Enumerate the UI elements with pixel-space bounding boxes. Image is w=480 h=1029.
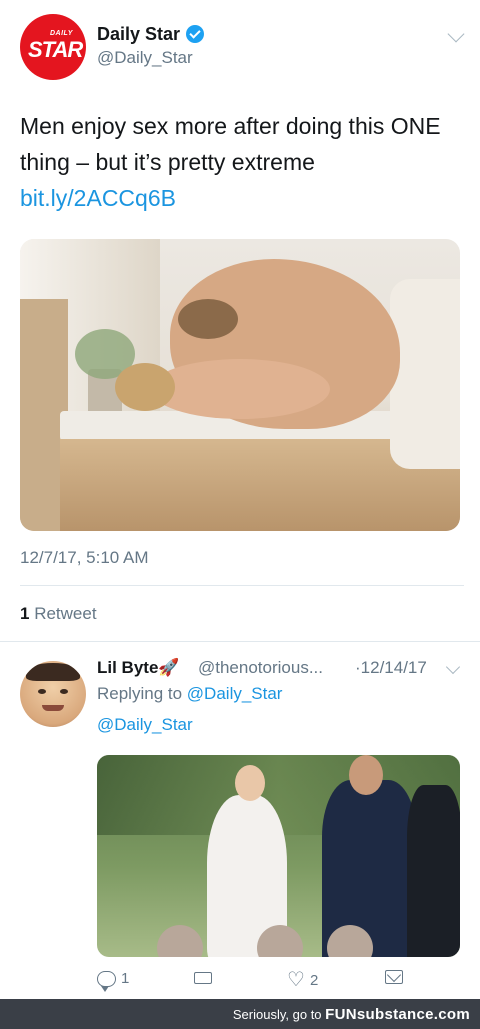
footer-brand[interactable]: FUNsubstance.com: [325, 1006, 470, 1023]
daily-star-logo: DAILY STAR: [28, 30, 83, 64]
reply-action[interactable]: 1: [97, 970, 130, 992]
like-action[interactable]: ♡ 2: [287, 970, 318, 990]
reply-handle[interactable]: @thenotorious...: [198, 658, 323, 678]
replying-to: Replying to @Daily_Star: [97, 684, 282, 704]
divider: [20, 585, 464, 586]
photo-hair-woman: [115, 363, 175, 411]
avatar-eye: [60, 689, 68, 694]
verified-badge-icon: [186, 25, 205, 43]
photo-officiant: [407, 785, 460, 957]
tweet-timestamp: 12/7/17, 5:10 AM: [20, 548, 149, 567]
footer-text: Seriously, go to FUNsubstance.com: [233, 1006, 470, 1023]
like-icon: ♡: [287, 969, 305, 991]
footer-prefix: Seriously, go to: [232, 1007, 322, 1022]
retweet-action[interactable]: [192, 970, 214, 984]
photo-guest: [157, 925, 203, 957]
reply-body[interactable]: @Daily_Star: [97, 715, 193, 735]
reply-avatar[interactable]: [20, 661, 86, 727]
chevron-down-icon[interactable]: [447, 25, 465, 43]
replying-prefix: Replying to: [97, 684, 183, 703]
avatar-mouth: [42, 705, 64, 711]
replying-mention[interactable]: @Daily_Star: [187, 684, 283, 703]
logo-large-text: STAR: [28, 37, 83, 62]
reply-display-name[interactable]: Lil Byte🚀: [97, 658, 180, 678]
photo-bride-head: [235, 765, 265, 801]
daily-star-avatar[interactable]: DAILY STAR: [20, 14, 86, 80]
watermark-footer: Seriously, go to FUNsubstance.com: [0, 999, 480, 1029]
photo-groom-head: [349, 755, 383, 795]
account-handle[interactable]: @Daily_Star: [97, 48, 193, 68]
display-name-text: Daily Star: [97, 24, 181, 44]
tweet-photo[interactable]: [20, 239, 460, 531]
divider: [0, 641, 480, 642]
tweet-header: DAILY STAR Daily Star @Daily_Star: [20, 14, 465, 80]
chevron-down-icon[interactable]: [445, 659, 461, 675]
retweet-number: 1: [20, 604, 30, 623]
photo-figure-woman: [150, 359, 330, 419]
tweet-link[interactable]: bit.ly/2ACCq6B: [20, 180, 460, 216]
tweet-text: Men enjoy sex more after doing this ONE …: [20, 108, 460, 216]
reply-count: 1: [121, 970, 130, 987]
reply-photo[interactable]: [97, 755, 460, 957]
retweet-count[interactable]: 1 Retweet: [20, 604, 97, 624]
logo-small-text: DAILY: [50, 30, 73, 37]
photo-hair-man: [178, 299, 238, 339]
retweet-label: Retweet: [34, 604, 97, 623]
reply-date[interactable]: ·12/14/17: [355, 658, 427, 678]
like-count: 2: [309, 971, 319, 989]
photo-duvet: [390, 279, 460, 469]
retweet-icon: [192, 970, 214, 984]
direct-message-action[interactable]: [385, 970, 403, 984]
avatar-hair: [26, 663, 80, 681]
photo-guest: [257, 925, 303, 957]
direct-message-icon: [385, 970, 403, 984]
reply-icon: [97, 970, 116, 992]
avatar-eye: [38, 689, 46, 694]
display-name[interactable]: Daily Star: [97, 24, 205, 45]
reply-actions: 1 ♡ 2: [97, 970, 460, 996]
tweet-body: Men enjoy sex more after doing this ONE …: [20, 113, 441, 175]
